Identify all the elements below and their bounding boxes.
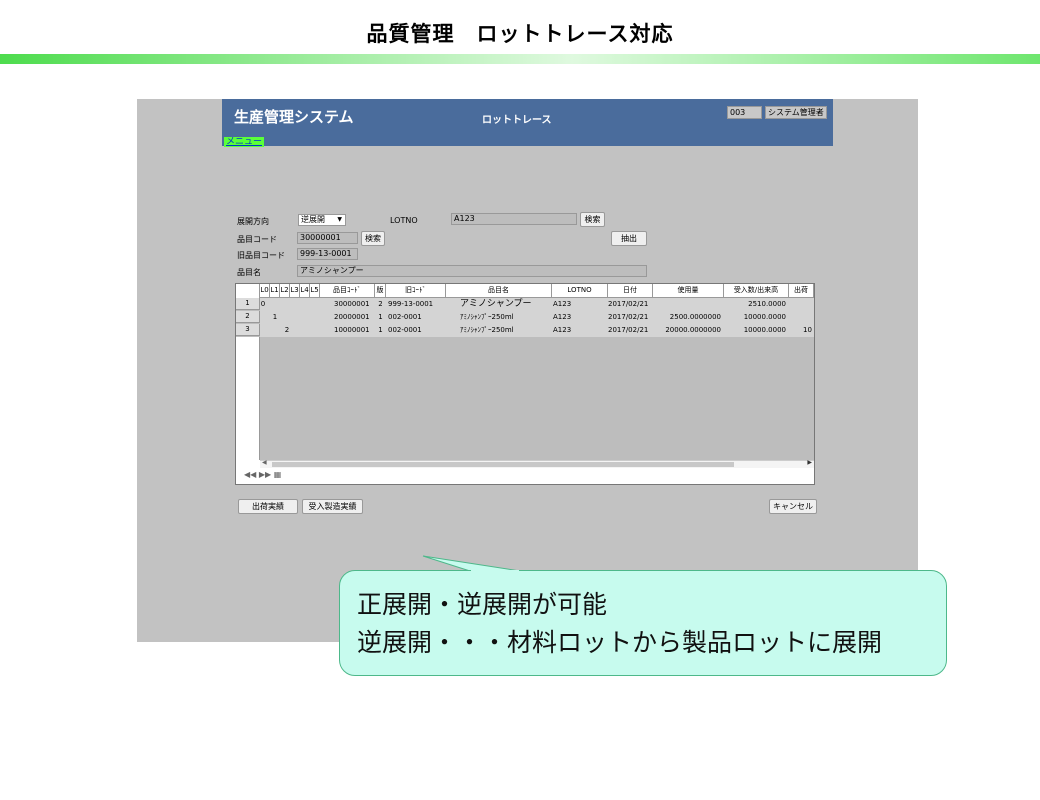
col-header-shipment[interactable]: 出荷 <box>789 284 814 298</box>
cell-date: 2017/02/21 <box>608 326 649 334</box>
item-name-label: 品目名 <box>237 268 261 277</box>
cell-usage: 20000.0000000 <box>665 326 721 334</box>
cell-old-code: 002-0001 <box>388 326 422 334</box>
callout-line-1: 正展開・逆展開が可能 <box>357 590 608 619</box>
chevron-down-icon: ▼ <box>337 216 342 223</box>
cell-item-code: 10000001 <box>334 326 370 334</box>
cell-shipment <box>793 298 814 310</box>
col-header-l3[interactable]: L3 <box>290 284 300 298</box>
col-header-l1[interactable]: L1 <box>270 284 280 298</box>
cell-shipment: 10 <box>803 326 812 334</box>
cancel-button[interactable]: キャンセル <box>769 499 817 514</box>
print-icon[interactable]: ▦ <box>274 470 282 479</box>
title-underline <box>0 54 1040 64</box>
app-title: 生産管理システム <box>234 108 354 126</box>
receipt-mfg-results-button[interactable]: 受入製造実績 <box>302 499 363 514</box>
cell-item-code: 30000001 <box>334 300 370 308</box>
direction-value: 逆展開 <box>301 215 325 224</box>
row-number[interactable]: 3 <box>236 324 260 336</box>
cell-item-name: アミノシャンプー <box>460 299 532 309</box>
item-code-label: 品目コード <box>237 235 277 244</box>
screen-name: ロットトレース <box>482 115 552 126</box>
cell-old-code: 002-0001 <box>388 313 422 321</box>
cell-shipment <box>793 311 814 323</box>
cell-version: 1 <box>378 326 383 334</box>
cell-item-name: ｱﾐﾉｼｬﾝﾌﾟｰ250ml <box>460 326 514 334</box>
row-header-filler <box>236 337 260 460</box>
col-header-l2[interactable]: L2 <box>280 284 290 298</box>
table-row[interactable]: 0 30000001 2 999-13-0001 アミノシャンプー A123 2… <box>260 298 814 311</box>
cell-date: 2017/02/21 <box>608 300 649 308</box>
slide-title: 品質管理 ロットトレース対応 <box>366 22 674 46</box>
col-header-received[interactable]: 受入数/出来高 <box>724 284 789 298</box>
next-page-icon[interactable]: ▶▶ <box>259 470 271 479</box>
cell-item-code: 20000001 <box>334 313 370 321</box>
scroll-left-icon[interactable]: ◀ <box>262 459 267 466</box>
cell-lotno: A123 <box>553 300 572 308</box>
col-header-l4[interactable]: L4 <box>300 284 310 298</box>
old-code-label: 旧品目コード <box>237 251 285 260</box>
item-name-input[interactable]: アミノシャンプー <box>297 265 647 277</box>
trace-grid: L0 L1 L2 L3 L4 L5 品目ｺｰﾄﾞ 版 旧ｺｰﾄﾞ 品目名 LOT… <box>235 283 815 485</box>
col-header-item-name[interactable]: 品目名 <box>446 284 552 298</box>
col-header-lotno[interactable]: LOTNO <box>552 284 608 298</box>
cell-old-code: 999-13-0001 <box>388 300 434 308</box>
slide: 品質管理 ロットトレース対応 生産管理システム ロットトレース 003 システム… <box>0 0 1040 800</box>
callout-line-2: 逆展開・・・材料ロットから製品ロットに展開 <box>357 628 883 657</box>
cell-l0: 0 <box>260 300 266 308</box>
cell-received: 10000.0000 <box>743 313 786 321</box>
app-screenshot: 生産管理システム ロットトレース 003 システム管理者 メニュー 展開方向 逆… <box>137 99 918 642</box>
extract-button[interactable]: 抽出 <box>611 231 647 246</box>
cell-l2: 2 <box>284 326 290 334</box>
lotno-input[interactable]: A123 <box>451 213 577 225</box>
lotno-label: LOTNO <box>390 216 418 225</box>
direction-select[interactable]: 逆展開 ▼ <box>298 214 346 226</box>
menu-link[interactable]: メニュー <box>224 137 265 147</box>
col-header-l0[interactable]: L0 <box>260 284 270 298</box>
lot-search-button[interactable]: 検索 <box>580 212 605 227</box>
col-header-l5[interactable]: L5 <box>310 284 320 298</box>
col-header-date[interactable]: 日付 <box>608 284 653 298</box>
cell-received: 2510.0000 <box>748 300 786 308</box>
scroll-right-icon[interactable]: ▶ <box>807 459 812 466</box>
table-row[interactable]: 1 20000001 1 002-0001 ｱﾐﾉｼｬﾝﾌﾟｰ250ml A12… <box>260 311 814 324</box>
shipment-results-button[interactable]: 出荷実績 <box>238 499 298 514</box>
row-number[interactable]: 2 <box>236 311 260 323</box>
item-code-input[interactable]: 30000001 <box>297 232 358 244</box>
cell-usage: 2500.0000000 <box>669 313 721 321</box>
user-code-field: 003 <box>727 106 762 119</box>
cell-usage <box>653 298 724 310</box>
callout-box: 正展開・逆展開が可能 逆展開・・・材料ロットから製品ロットに展開 <box>339 570 947 676</box>
row-number[interactable]: 1 <box>236 298 260 310</box>
item-search-button[interactable]: 検索 <box>361 231 385 246</box>
app-header: 生産管理システム ロットトレース 003 システム管理者 メニュー <box>222 99 833 147</box>
cell-lotno: A123 <box>553 313 572 321</box>
cell-date: 2017/02/21 <box>608 313 649 321</box>
horizontal-scrollbar[interactable]: ◀ ▶ <box>260 459 814 468</box>
cell-l1: 1 <box>272 313 278 321</box>
first-page-icon[interactable]: ◀◀ <box>244 470 256 479</box>
cell-version: 2 <box>378 300 383 308</box>
col-header-version[interactable]: 版 <box>375 284 386 298</box>
old-code-input[interactable]: 999-13-0001 <box>297 248 358 260</box>
cell-version: 1 <box>378 313 383 321</box>
cell-lotno: A123 <box>553 326 572 334</box>
grid-corner <box>236 284 260 298</box>
col-header-old-code[interactable]: 旧ｺｰﾄﾞ <box>386 284 446 298</box>
table-row[interactable]: 2 10000001 1 002-0001 ｱﾐﾉｼｬﾝﾌﾟｰ250ml A12… <box>260 324 814 337</box>
scrollbar-thumb[interactable] <box>272 462 734 467</box>
cell-received: 10000.0000 <box>743 326 786 334</box>
grid-pager: ◀◀ ▶▶ ▦ <box>244 470 281 479</box>
user-name-field: システム管理者 <box>765 106 827 119</box>
col-header-item-code[interactable]: 品目ｺｰﾄﾞ <box>320 284 375 298</box>
cell-item-name: ｱﾐﾉｼｬﾝﾌﾟｰ250ml <box>460 313 514 321</box>
direction-label: 展開方向 <box>237 217 269 226</box>
grid-body: L0 L1 L2 L3 L4 L5 品目ｺｰﾄﾞ 版 旧ｺｰﾄﾞ 品目名 LOT… <box>236 284 814 460</box>
col-header-usage[interactable]: 使用量 <box>653 284 724 298</box>
